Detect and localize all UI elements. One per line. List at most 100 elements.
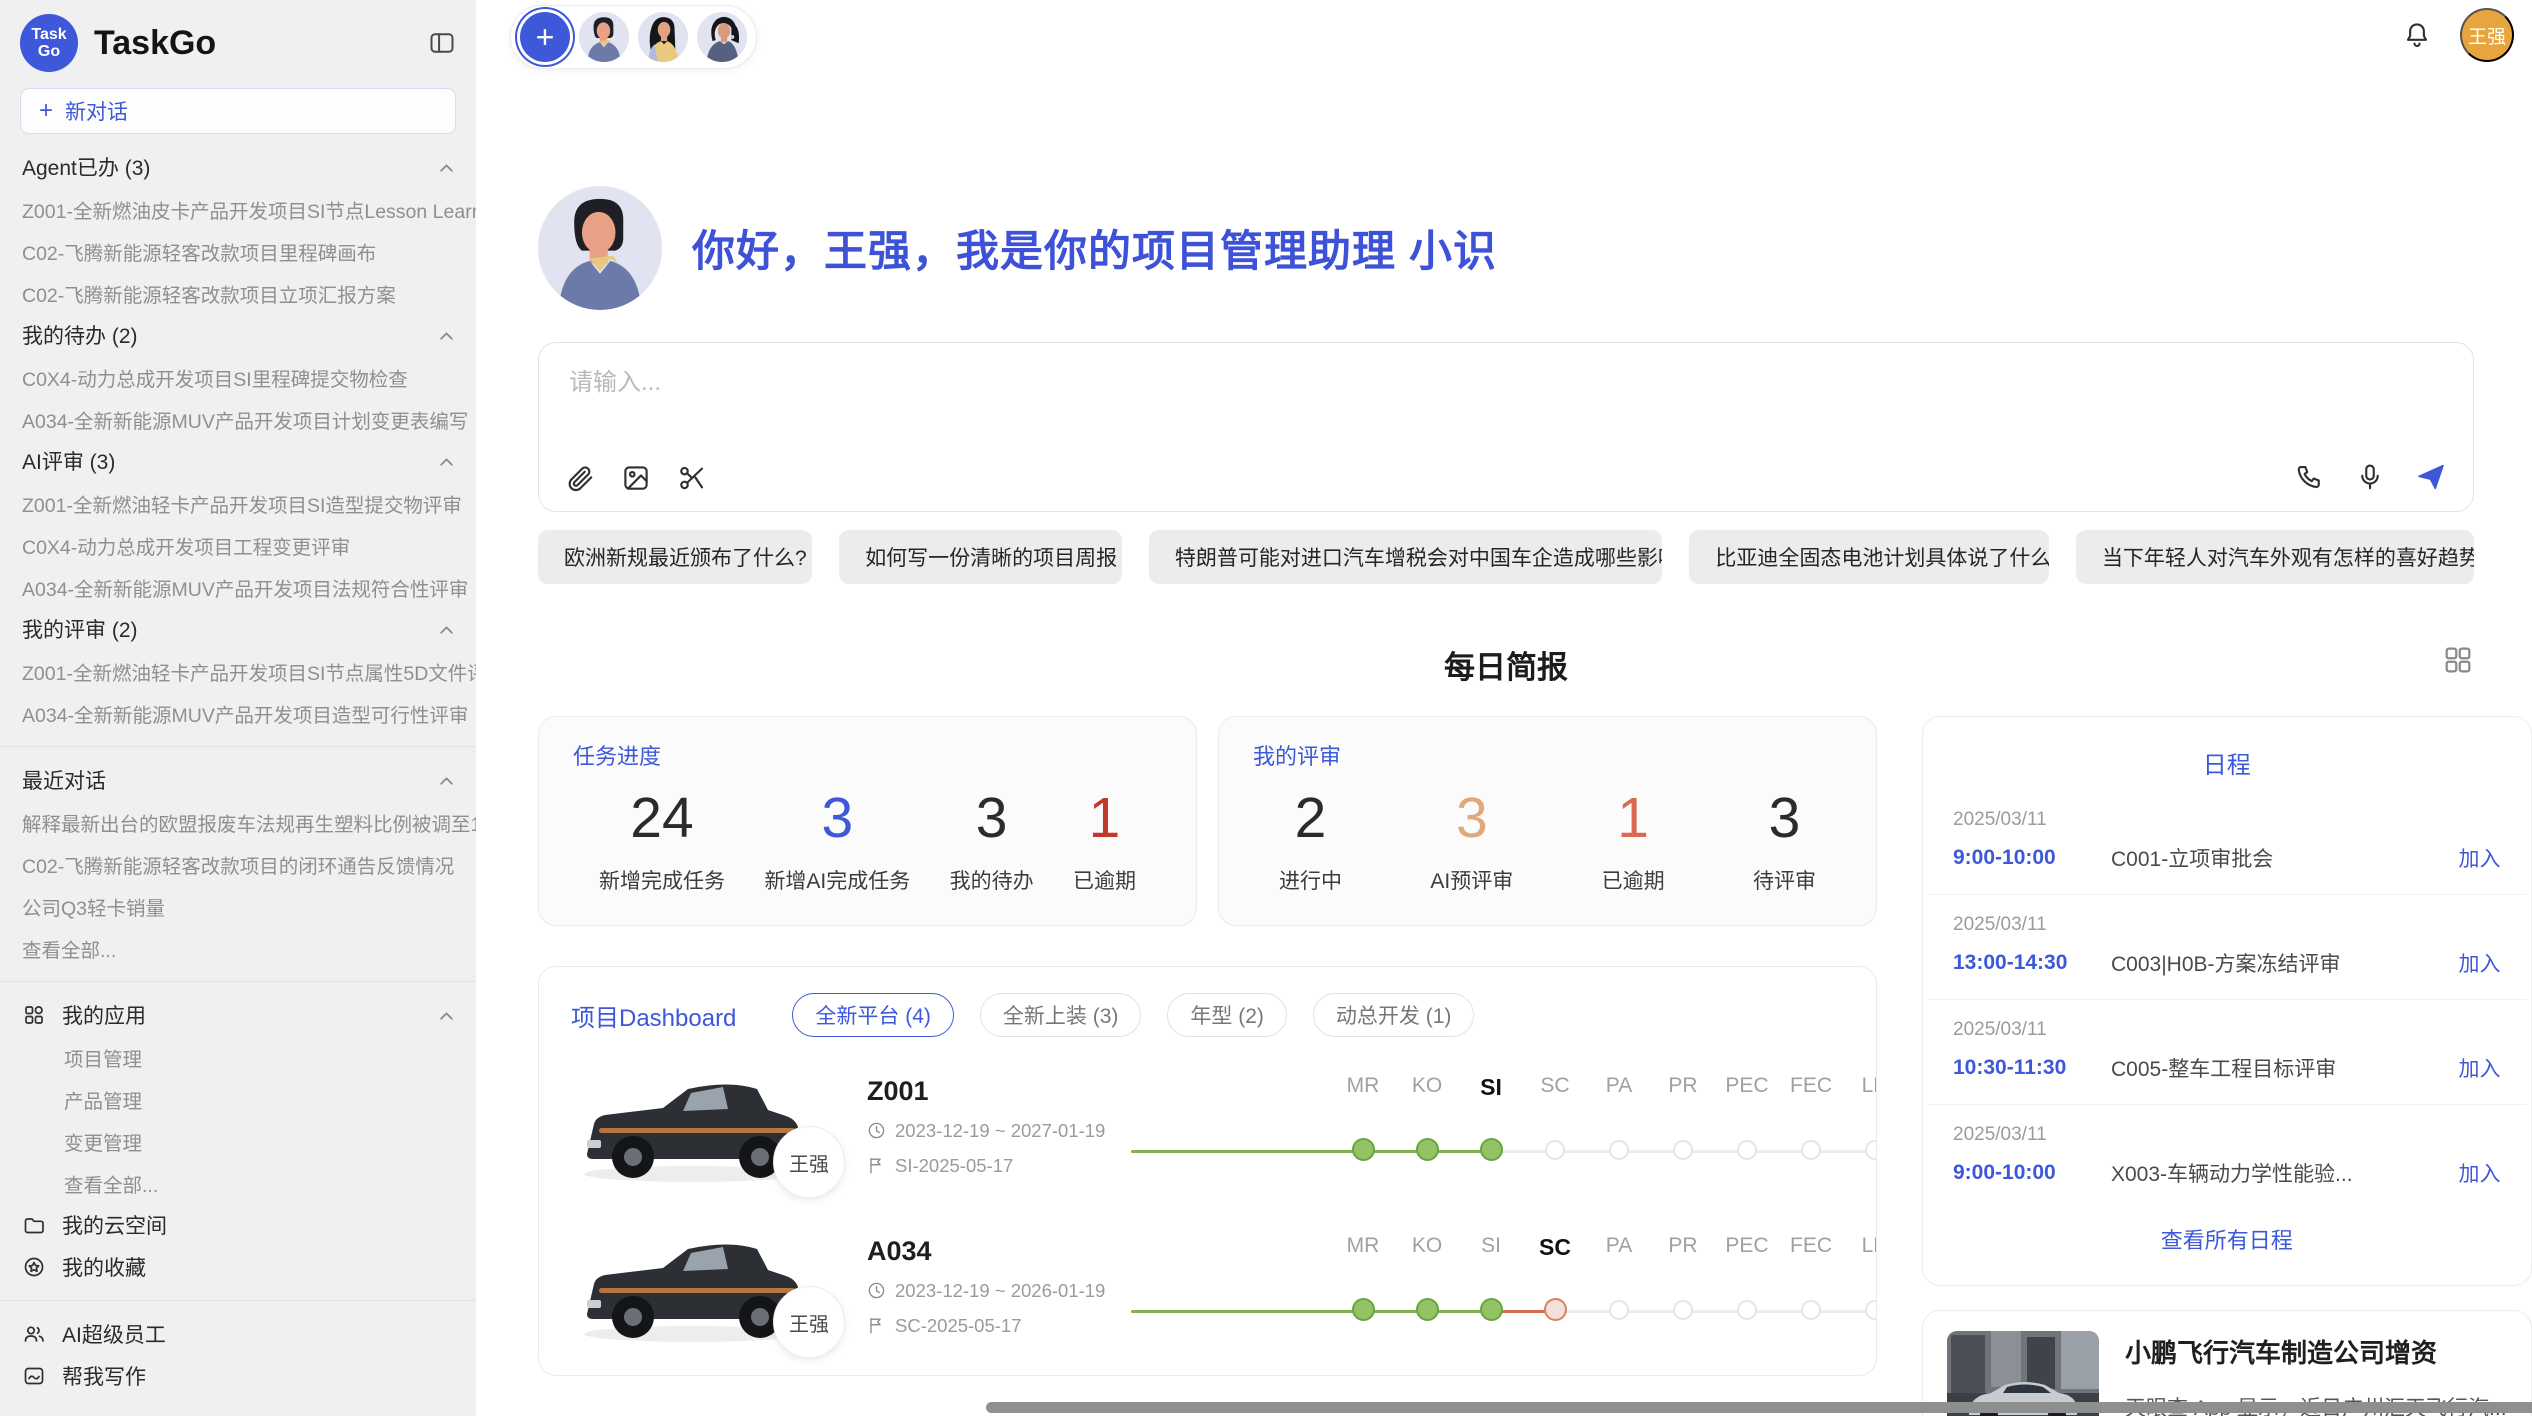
project-flag-date: SI-2025-05-17 xyxy=(867,1155,1131,1177)
milestone-dot-done xyxy=(1416,1138,1439,1161)
flag-icon xyxy=(867,1156,886,1175)
milestone-track: MR KO SI SC PA PR PEC FEC LR LS xyxy=(1131,1066,1877,1186)
add-agent-button[interactable]: + xyxy=(520,12,570,62)
filter-pill[interactable]: 全新上装 (3) xyxy=(980,993,1142,1037)
suggestion-chip[interactable]: 当下年轻人对汽车外观有怎样的喜好趋势 xyxy=(2076,530,2474,584)
horizontal-scrollbar[interactable] xyxy=(986,1402,2532,1413)
filter-pill[interactable]: 动总开发 (1) xyxy=(1313,993,1475,1037)
input-left-tools xyxy=(565,463,707,493)
project-row-a034[interactable]: 王强 A034 2023-12-19 ~ 2026-01-19 xyxy=(571,1215,1844,1357)
milestone-dot-done xyxy=(1352,1138,1375,1161)
chevron-up-icon xyxy=(439,162,454,173)
agent-avatar-3[interactable] xyxy=(697,12,747,62)
scissors-icon[interactable] xyxy=(677,463,707,493)
list-item[interactable]: C0X4-动力总成开发项目工程变更评审 xyxy=(0,524,476,566)
sidebar-scroll[interactable]: Agent已办 (3) Z001-全新燃油皮卡产品开发项目SI节点Lesson … xyxy=(0,146,476,1406)
view-all-chats-link[interactable]: 查看全部... xyxy=(0,927,476,969)
project-row-z001[interactable]: 王强 Z001 2023-12-19 ~ 2027-01-19 xyxy=(571,1055,1844,1197)
sidebar: Task Go TaskGo + 新对话 Agent已办 (3) Z001-全新… xyxy=(0,0,476,1416)
image-upload-icon[interactable] xyxy=(621,463,651,493)
milestone-track: MR KO SI SC PA PR PEC FEC LR LS xyxy=(1131,1226,1877,1346)
milestone-label: PA xyxy=(1587,1234,1651,1261)
section-my-todo[interactable]: 我的待办 (2) xyxy=(0,314,476,356)
list-item[interactable]: A034-全新新能源MUV产品开发项目造型可行性评审 xyxy=(0,692,476,734)
plus-icon: + xyxy=(39,97,53,125)
project-info: Z001 2023-12-19 ~ 2027-01-19 SI-2025-05-… xyxy=(867,1076,1131,1177)
filter-pill-active[interactable]: 全新平台 (4) xyxy=(792,993,954,1037)
chat-input-card xyxy=(538,342,2474,512)
join-link[interactable]: 加入 xyxy=(2459,843,2501,873)
briefing-title: 每日简报 xyxy=(1444,642,1568,687)
project-image: 王强 xyxy=(571,1062,823,1190)
sidebar-item-favorites[interactable]: 我的收藏 xyxy=(0,1246,476,1288)
join-link[interactable]: 加入 xyxy=(2459,1158,2501,1188)
agent-avatar-1[interactable] xyxy=(579,12,629,62)
stat-ai-pre-review: 3 AI预评审 xyxy=(1430,785,1513,895)
phone-call-icon[interactable] xyxy=(2295,462,2325,492)
milestone-dot xyxy=(1737,1300,1757,1320)
project-code: A034 xyxy=(867,1236,1131,1267)
star-badge-icon xyxy=(22,1255,46,1279)
news-card[interactable]: 小鹏飞行汽车制造公司增资 天眼查 App 显示，近日广州汇天飞行汽... xyxy=(1922,1310,2532,1416)
sidebar-collapse-icon[interactable] xyxy=(428,29,456,57)
list-item[interactable]: A034-全新新能源MUV产品开发项目计划变更表编写 xyxy=(0,398,476,440)
section-ai-review[interactable]: AI评审 (3) xyxy=(0,440,476,482)
layout-grid-icon[interactable] xyxy=(2442,644,2474,676)
user-avatar[interactable]: 王强 xyxy=(2460,8,2514,62)
dashboard-filters: 全新平台 (4) 全新上装 (3) 年型 (2) 动总开发 (1) xyxy=(792,993,1474,1037)
join-link[interactable]: 加入 xyxy=(2459,1053,2501,1083)
section-my-apps[interactable]: 我的应用 xyxy=(0,994,476,1036)
my-review-card: 我的评审 2 进行中 3 AI预评审 xyxy=(1218,716,1877,926)
list-item[interactable]: C0X4-动力总成开发项目SI里程碑提交物检查 xyxy=(0,356,476,398)
section-recent-chats[interactable]: 最近对话 xyxy=(0,759,476,801)
milestone-dot xyxy=(1673,1300,1693,1320)
microphone-icon[interactable] xyxy=(2355,462,2385,492)
suggestion-chip[interactable]: 欧洲新规最近颁布了什么? xyxy=(538,530,812,584)
new-chat-button[interactable]: + 新对话 xyxy=(20,88,456,134)
section-agent-done[interactable]: Agent已办 (3) xyxy=(0,146,476,188)
agent-avatar-2[interactable] xyxy=(638,12,688,62)
sidebar-item-product-mgmt[interactable]: 产品管理 xyxy=(0,1078,476,1120)
list-item[interactable]: Z001-全新燃油皮卡产品开发项目SI节点Lesson Learn报告 xyxy=(0,188,476,230)
attachment-icon[interactable] xyxy=(565,463,595,493)
chat-input[interactable] xyxy=(569,369,2443,397)
view-all-apps-link[interactable]: 查看全部... xyxy=(0,1162,476,1204)
notification-bell-icon[interactable] xyxy=(2402,20,2432,50)
suggestion-chip[interactable]: 比亚迪全固态电池计划具体说了什么 xyxy=(1689,530,2049,584)
filter-pill[interactable]: 年型 (2) xyxy=(1167,993,1287,1037)
list-item[interactable]: Z001-全新燃油轻卡产品开发项目SI造型提交物评审 xyxy=(0,482,476,524)
sidebar-item-creative-drawing[interactable]: 创意制图 xyxy=(0,1397,476,1406)
project-dashboard-card: 项目Dashboard 全新平台 (4) 全新上装 (3) 年型 (2) 动总开… xyxy=(538,966,1877,1376)
milestone-label: FEC xyxy=(1779,1234,1843,1261)
section-my-review[interactable]: 我的评审 (2) xyxy=(0,608,476,650)
list-item[interactable]: C02-飞腾新能源轻客改款项目立项汇报方案 xyxy=(0,272,476,314)
flag-icon xyxy=(867,1316,886,1335)
schedule-date: 2025/03/11 xyxy=(1953,809,2501,831)
milestone-label: FEC xyxy=(1779,1074,1843,1101)
list-item[interactable]: Z001-全新燃油轻卡产品开发项目SI节点属性5D文件评审 xyxy=(0,650,476,692)
list-item[interactable]: C02-飞腾新能源轻客改款项目的闭环通告反馈情况 xyxy=(0,843,476,885)
dashboard-title: 项目Dashboard xyxy=(571,998,736,1033)
schedule-time: 9:00-10:00 xyxy=(1953,1161,2111,1185)
card-title: 任务进度 xyxy=(573,739,1162,771)
apps-grid-icon xyxy=(22,1003,46,1027)
view-all-schedule-link[interactable]: 查看所有日程 xyxy=(1927,1223,2527,1255)
list-item[interactable]: A034-全新新能源MUV产品开发项目法规符合性评审 xyxy=(0,566,476,608)
briefing-left-column: 任务进度 24 新增完成任务 3 新增AI完成任务 xyxy=(538,716,1877,1416)
schedule-date: 2025/03/11 xyxy=(1953,1124,2501,1146)
stats-row: 任务进度 24 新增完成任务 3 新增AI完成任务 xyxy=(538,716,1877,926)
milestone-dot xyxy=(1865,1140,1877,1160)
list-item[interactable]: 解释最新出台的欧盟报废车法规再生塑料比例被调至15%... xyxy=(0,801,476,843)
sidebar-item-ai-super-staff[interactable]: AI超级员工 xyxy=(0,1313,476,1355)
list-item[interactable]: C02-飞腾新能源轻客改款项目里程碑画布 xyxy=(0,230,476,272)
divider xyxy=(0,981,476,982)
suggestion-chip[interactable]: 特朗普可能对进口汽车增税会对中国车企造成哪些影响 xyxy=(1149,530,1662,584)
sidebar-item-change-mgmt[interactable]: 变更管理 xyxy=(0,1120,476,1162)
join-link[interactable]: 加入 xyxy=(2459,948,2501,978)
sidebar-item-help-me-write[interactable]: 帮我写作 xyxy=(0,1355,476,1397)
list-item[interactable]: 公司Q3轻卡销量 xyxy=(0,885,476,927)
sidebar-item-project-mgmt[interactable]: 项目管理 xyxy=(0,1036,476,1078)
suggestion-chip[interactable]: 如何写一份清晰的项目周报 xyxy=(839,530,1122,584)
sidebar-item-cloud-space[interactable]: 我的云空间 xyxy=(0,1204,476,1246)
send-icon[interactable] xyxy=(2415,461,2447,493)
